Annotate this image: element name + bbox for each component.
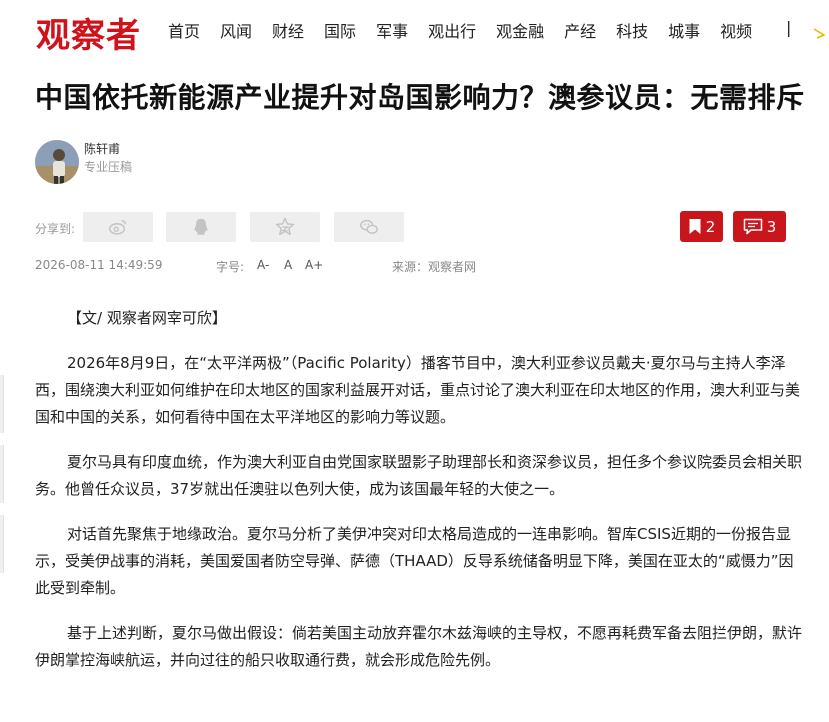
author-name[interactable]: 陈轩甫 — [84, 140, 120, 157]
font-size-increase-button[interactable]: A+ — [305, 258, 323, 272]
nav-item-finance-watch[interactable]: 观金融 — [496, 18, 544, 42]
wechat-icon — [360, 219, 378, 234]
site-logo[interactable]: 观察者 — [36, 8, 141, 57]
side-toolbar-tab[interactable] — [0, 375, 4, 433]
bookmark-icon — [689, 219, 701, 234]
bookmark-count: 2 — [705, 217, 716, 236]
font-size-default-button[interactable]: A — [284, 258, 292, 272]
author-title: 专业压稿 — [84, 160, 133, 174]
nav-overflow-icon[interactable] — [812, 26, 826, 40]
top-navigation-bar: 观察者 首页 风闻 财经 国际 军事 观出行 观金融 产经 科技 城事 视频 | — [0, 0, 829, 62]
nav-item-military[interactable]: 军事 — [376, 18, 408, 42]
share-qq-button[interactable] — [166, 212, 236, 242]
comment-count-button[interactable]: 3 — [733, 211, 786, 242]
share-qzone-button[interactable] — [250, 212, 320, 242]
share-wechat-button[interactable] — [334, 212, 404, 242]
nav-item-city[interactable]: 城事 — [668, 18, 700, 42]
nav-item-mobility[interactable]: 观出行 — [428, 18, 476, 42]
comment-icon — [743, 218, 762, 235]
article-headline: 中国依托新能源产业提升对岛国影响力？澳参议员：无需排斥 — [35, 81, 805, 114]
article-paragraph: 基于上述判断，夏尔马做出假设：倘若美国主动放弃霍尔木兹海峡的主导权，不愿再耗费军… — [35, 624, 803, 669]
nav-item-finance[interactable]: 财经 — [272, 18, 304, 42]
publish-datetime: 2026-08-11 14:49:59 — [35, 258, 163, 272]
nav-item-international[interactable]: 国际 — [324, 18, 356, 42]
nav-item-home[interactable]: 首页 — [168, 18, 200, 42]
side-toolbar-tab[interactable] — [0, 445, 4, 503]
side-toolbar-tab[interactable] — [0, 515, 4, 573]
article-source: 来源：观察者网 — [392, 260, 477, 274]
main-nav: 首页 风闻 财经 国际 军事 观出行 观金融 产经 科技 城事 视频 — [168, 18, 772, 42]
nav-separator: | — [786, 18, 792, 37]
font-size-label: 字号: — [216, 260, 245, 274]
article-paragraph: 对话首先聚焦于地缘政治。夏尔马分析了美伊冲突对印太格局造成的一连串影响。智库CS… — [35, 525, 794, 597]
article-paragraph: 夏尔马具有印度血统，作为澳大利亚自由党国家联盟影子助理部长和资深参议员，担任多个… — [35, 453, 803, 498]
share-label: 分享到: — [35, 222, 76, 236]
nav-item-fengwen[interactable]: 风闻 — [220, 18, 252, 42]
avatar[interactable] — [35, 140, 79, 184]
comment-count: 3 — [766, 217, 777, 236]
qq-icon — [194, 218, 208, 235]
qzone-star-icon — [275, 217, 295, 236]
article-paragraph: 2026年8月9日，在“太平洋两极”（Pacific Polarity）播客节目… — [35, 354, 801, 426]
nav-item-video[interactable]: 视频 — [720, 18, 752, 42]
font-size-decrease-button[interactable]: A- — [257, 258, 269, 272]
nav-item-industry[interactable]: 产经 — [564, 18, 596, 42]
nav-item-tech[interactable]: 科技 — [616, 18, 648, 42]
bookmark-count-button[interactable]: 2 — [680, 211, 723, 242]
article-byline: 【文/ 观察者网宰可欣】 — [67, 309, 227, 327]
article-body: 【文/ 观察者网宰可欣】 2026年8月9日，在“太平洋两极”（Pacific … — [35, 305, 805, 692]
weibo-icon — [109, 219, 127, 235]
share-weibo-button[interactable] — [83, 212, 153, 242]
